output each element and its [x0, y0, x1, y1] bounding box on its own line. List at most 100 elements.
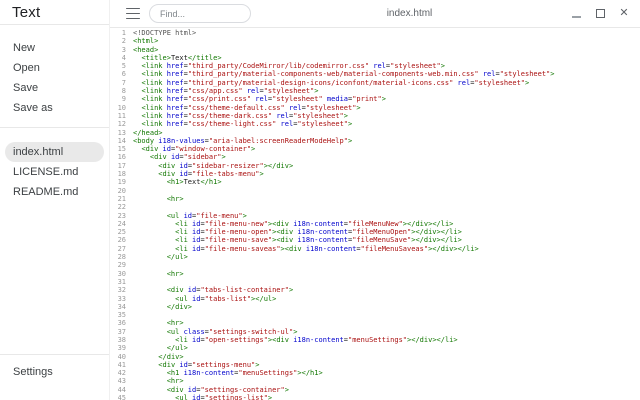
code-text: <ul id="tabs-list"></ul> [130, 295, 276, 303]
divider [0, 354, 109, 355]
code-line[interactable]: 35 [110, 311, 640, 319]
line-number: 43 [110, 377, 130, 385]
code-line[interactable]: 16 <div id="sidebar"> [110, 153, 640, 161]
line-number: 7 [110, 79, 130, 87]
menu-item-open[interactable]: Open [0, 58, 109, 78]
line-number: 44 [110, 386, 130, 394]
code-text: <link href="css/theme-light.css" rel="st… [130, 120, 352, 128]
code-line[interactable]: 27 <li id="file-menu-saveas"><div i18n-c… [110, 245, 640, 253]
code-line[interactable]: 36 <hr> [110, 319, 640, 327]
code-line[interactable]: 19 <h1>Text</h1> [110, 178, 640, 186]
code-line[interactable]: 17 <div id="sidebar-resizer"></div> [110, 162, 640, 170]
code-text: </div> [130, 353, 184, 361]
code-line[interactable]: 43 <hr> [110, 377, 640, 385]
code-text: <link href="third_party/material-compone… [130, 70, 555, 78]
code-text: <div id="settings-container"> [130, 386, 289, 394]
code-text: </ul> [130, 344, 188, 352]
code-text: </ul> [130, 253, 188, 261]
code-text: <head> [130, 46, 158, 54]
code-text: <li id="open-settings"><div i18n-content… [130, 336, 458, 344]
code-line[interactable]: 2<html> [110, 37, 640, 45]
sidebar-bottom: Settings [0, 354, 109, 400]
code-text: <div id="window-container"> [130, 145, 255, 153]
code-line[interactable]: 15 <div id="window-container"> [110, 145, 640, 153]
code-text [130, 187, 133, 195]
code-line[interactable]: 44 <div id="settings-container"> [110, 386, 640, 394]
code-line[interactable]: 22 [110, 203, 640, 211]
menu-item-save[interactable]: Save [0, 78, 109, 98]
code-line[interactable]: 1<!DOCTYPE html> [110, 29, 640, 37]
code-line[interactable]: 42 <h1 i18n-content="menuSettings"></h1> [110, 369, 640, 377]
menu-item-save-as[interactable]: Save as [0, 98, 109, 118]
code-line[interactable]: 24 <li id="file-menu-new"><div i18n-cont… [110, 220, 640, 228]
minimize-button[interactable] [568, 6, 584, 22]
code-text: <link href="css/theme-dark.css" rel="sty… [130, 112, 348, 120]
code-line[interactable]: 7 <link href="third_party/material-desig… [110, 79, 640, 87]
close-button[interactable]: ✕ [616, 6, 632, 22]
code-text: <div id="file-tabs-menu"> [130, 170, 264, 178]
settings-button[interactable]: Settings [0, 362, 109, 382]
line-number: 41 [110, 361, 130, 369]
code-line[interactable]: 32 <div id="tabs-list-container"> [110, 286, 640, 294]
code-line[interactable]: 20 [110, 187, 640, 195]
file-tab-readme-md[interactable]: README.md [5, 182, 104, 202]
code-text: <!DOCTYPE html> [130, 29, 196, 37]
code-line[interactable]: 13</head> [110, 129, 640, 137]
code-line[interactable]: 40 </div> [110, 353, 640, 361]
code-text: <link href="third_party/CodeMirror/lib/c… [130, 62, 445, 70]
line-number: 19 [110, 178, 130, 186]
code-editor[interactable]: 1<!DOCTYPE html>2<html>3<head>4 <title>T… [110, 28, 640, 400]
topbar: index.html ✕ [110, 0, 640, 28]
code-line[interactable]: 45 <ul id="settings-list"> [110, 394, 640, 400]
code-line[interactable]: 28 </ul> [110, 253, 640, 261]
menu-item-new[interactable]: New [0, 38, 109, 58]
line-number: 20 [110, 187, 130, 195]
hamburger-menu-icon[interactable] [126, 8, 140, 20]
code-text: <ul id="settings-list"> [130, 394, 272, 400]
code-line[interactable]: 41 <div id="settings-menu"> [110, 361, 640, 369]
line-number: 29 [110, 261, 130, 269]
code-text: <div id="sidebar-resizer"></div> [130, 162, 293, 170]
code-line[interactable]: 4 <title>Text</title> [110, 54, 640, 62]
code-line[interactable]: 12 <link href="css/theme-light.css" rel=… [110, 120, 640, 128]
window-controls: ✕ [568, 6, 640, 22]
code-line[interactable]: 34 </div> [110, 303, 640, 311]
line-number: 21 [110, 195, 130, 203]
code-line[interactable]: 5 <link href="third_party/CodeMirror/lib… [110, 62, 640, 70]
code-line[interactable]: 18 <div id="file-tabs-menu"> [110, 170, 640, 178]
code-line[interactable]: 37 <ul class="settings-switch-ul"> [110, 328, 640, 336]
file-tab-index-html[interactable]: index.html [5, 142, 104, 162]
code-line[interactable]: 10 <link href="css/theme-default.css" re… [110, 104, 640, 112]
code-text [130, 311, 133, 319]
line-number: 40 [110, 353, 130, 361]
code-line[interactable]: 3<head> [110, 46, 640, 54]
code-line[interactable]: 21 <hr> [110, 195, 640, 203]
code-line[interactable]: 29 [110, 261, 640, 269]
line-number: 2 [110, 37, 130, 45]
code-line[interactable]: 8 <link href="css/app.css" rel="styleshe… [110, 87, 640, 95]
code-line[interactable]: 25 <li id="file-menu-open"><div i18n-con… [110, 228, 640, 236]
code-line[interactable]: 23 <ul id="file-menu"> [110, 212, 640, 220]
line-number: 38 [110, 336, 130, 344]
code-line[interactable]: 9 <link href="css/print.css" rel="styles… [110, 95, 640, 103]
code-text: <li id="file-menu-open"><div i18n-conten… [130, 228, 462, 236]
code-line[interactable]: 38 <li id="open-settings"><div i18n-cont… [110, 336, 640, 344]
code-line[interactable]: 31 [110, 278, 640, 286]
open-files-list: index.html LICENSE.md README.md [0, 128, 109, 202]
line-number: 3 [110, 46, 130, 54]
code-line[interactable]: 26 <li id="file-menu-save"><div i18n-con… [110, 236, 640, 244]
code-line[interactable]: 14<body i18n-values="aria-label:screenRe… [110, 137, 640, 145]
line-number: 35 [110, 311, 130, 319]
sidebar-header: Text [0, 0, 109, 24]
code-line[interactable]: 6 <link href="third_party/material-compo… [110, 70, 640, 78]
line-number: 42 [110, 369, 130, 377]
code-line[interactable]: 33 <ul id="tabs-list"></ul> [110, 295, 640, 303]
code-line[interactable]: 39 </ul> [110, 344, 640, 352]
code-line[interactable]: 11 <link href="css/theme-dark.css" rel="… [110, 112, 640, 120]
line-number: 25 [110, 228, 130, 236]
code-line[interactable]: 30 <hr> [110, 270, 640, 278]
find-input[interactable] [149, 4, 251, 23]
app-window: Text New Open Save Save as index.html LI… [0, 0, 640, 400]
file-tab-license-md[interactable]: LICENSE.md [5, 162, 104, 182]
maximize-button[interactable] [592, 6, 608, 22]
